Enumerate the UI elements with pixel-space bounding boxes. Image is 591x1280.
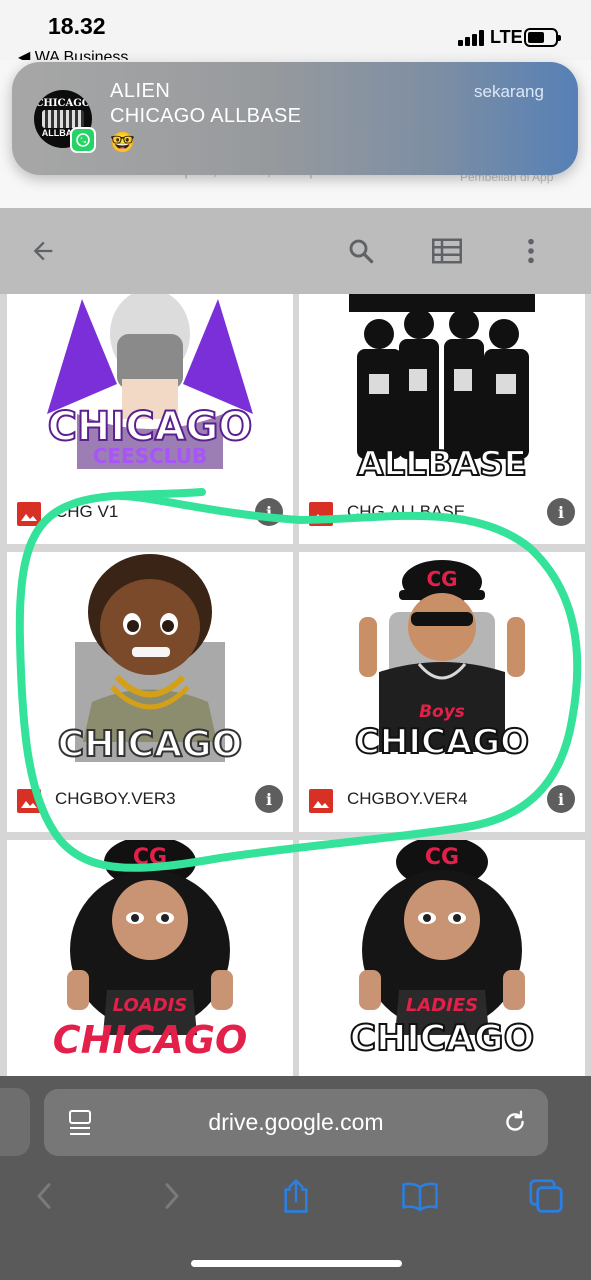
- file-card[interactable]: CG Boys CHICAGO CHGBOY.VER4 i: [299, 552, 585, 832]
- image-file-icon: [309, 789, 333, 813]
- browser-chrome: drive.google.com: [0, 1076, 591, 1280]
- notification-banner[interactable]: CHICAGO ALLBASE ALIEN CHICAGO ALLBASE 🤓 …: [12, 62, 578, 175]
- file-card[interactable]: CG LOADIS CHICAGO: [7, 840, 293, 1076]
- avatar-text-top: CHICAGO: [35, 98, 91, 109]
- info-icon[interactable]: i: [547, 785, 575, 813]
- battery-icon: [524, 28, 561, 47]
- image-file-icon: [17, 502, 41, 526]
- status-bar: 18.32 ◀ WA Business LTE: [0, 0, 591, 66]
- thumbnail-subtitle: LOADIS: [112, 995, 188, 1016]
- thumbnail-title: CHICAGO: [57, 723, 243, 766]
- file-thumbnail[interactable]: CG LOADIS CHICAGO: [7, 840, 293, 1065]
- svg-text:CG: CG: [426, 567, 457, 591]
- thumbnail-title: CHICAGO: [349, 1017, 535, 1060]
- status-time: 18.32: [48, 13, 106, 39]
- file-caption: CHGBOY.VER4 i: [299, 776, 585, 824]
- file-thumbnail[interactable]: ALLBASE: [299, 294, 585, 484]
- address-bar[interactable]: drive.google.com: [44, 1089, 548, 1156]
- svg-text:CG: CG: [133, 845, 167, 870]
- drive-toolbar: [0, 208, 591, 294]
- avatar-illustration: [42, 110, 84, 128]
- file-card[interactable]: CHICAGO CEESCLUB CHG V1 i: [7, 294, 293, 544]
- thumbnail-title: ALLBASE: [356, 443, 528, 484]
- more-vert-icon[interactable]: [510, 230, 552, 272]
- info-icon[interactable]: i: [255, 785, 283, 813]
- notification-message: 🤓: [110, 132, 135, 154]
- file-caption: CHG V1 i: [7, 489, 293, 537]
- thumbnail-subtitle: Boys: [419, 702, 465, 722]
- file-card[interactable]: ALLBASE CHG.ALLBASE i: [299, 294, 585, 544]
- notification-subtitle: CHICAGO ALLBASE: [110, 105, 302, 127]
- signal-icon: [458, 30, 486, 46]
- tabs-icon[interactable]: [526, 1176, 566, 1216]
- image-file-icon: [309, 502, 333, 526]
- reload-icon[interactable]: [502, 1109, 528, 1135]
- file-thumbnail[interactable]: CG Boys CHICAGO: [299, 552, 585, 772]
- url-text: drive.google.com: [208, 1109, 384, 1135]
- file-thumbnail[interactable]: CHICAGO: [7, 552, 293, 772]
- image-file-icon: [17, 789, 41, 813]
- share-icon[interactable]: [276, 1176, 316, 1216]
- search-icon[interactable]: [340, 230, 382, 272]
- info-icon[interactable]: i: [255, 498, 283, 526]
- back-icon[interactable]: [24, 1176, 64, 1216]
- file-grid: CHICAGO CEESCLUB CHG V1 i ALLBASE CHG.AL…: [0, 294, 591, 1076]
- info-icon[interactable]: i: [547, 498, 575, 526]
- file-name: CHG V1: [55, 502, 119, 521]
- back-arrow-icon[interactable]: [22, 230, 64, 272]
- thumbnail-title: CHICAGO: [354, 721, 530, 763]
- thumbnail-subtitle: CEESCLUB: [92, 444, 208, 468]
- file-name: CHGBOY.VER3: [55, 789, 176, 808]
- file-caption: CHG.ALLBASE i: [299, 489, 585, 537]
- previous-tab-preview[interactable]: [0, 1088, 30, 1156]
- file-card[interactable]: CHICAGO CHGBOY.VER3 i: [7, 552, 293, 832]
- file-name: CHGBOY.VER4: [347, 789, 468, 808]
- file-thumbnail[interactable]: CG LADIES CHICAGO: [299, 840, 585, 1065]
- file-name: CHG.ALLBASE: [347, 502, 466, 521]
- forward-icon[interactable]: [152, 1176, 192, 1216]
- file-thumbnail[interactable]: CHICAGO CEESCLUB: [7, 294, 293, 484]
- notification-title: ALIEN: [110, 80, 171, 102]
- thumbnail-subtitle: LADIES: [405, 995, 479, 1016]
- list-view-icon[interactable]: [426, 230, 468, 272]
- network-type: LTE: [490, 27, 523, 47]
- home-indicator[interactable]: [191, 1260, 402, 1267]
- file-caption: CHGBOY.VER3 i: [7, 776, 293, 824]
- whatsapp-icon: [70, 127, 96, 153]
- svg-text:CG: CG: [425, 845, 459, 870]
- file-card[interactable]: CG LADIES CHICAGO: [299, 840, 585, 1076]
- thumbnail-title: CHICAGO: [52, 1018, 248, 1062]
- bookmarks-icon[interactable]: [400, 1176, 440, 1216]
- notification-time: sekarang: [474, 82, 544, 101]
